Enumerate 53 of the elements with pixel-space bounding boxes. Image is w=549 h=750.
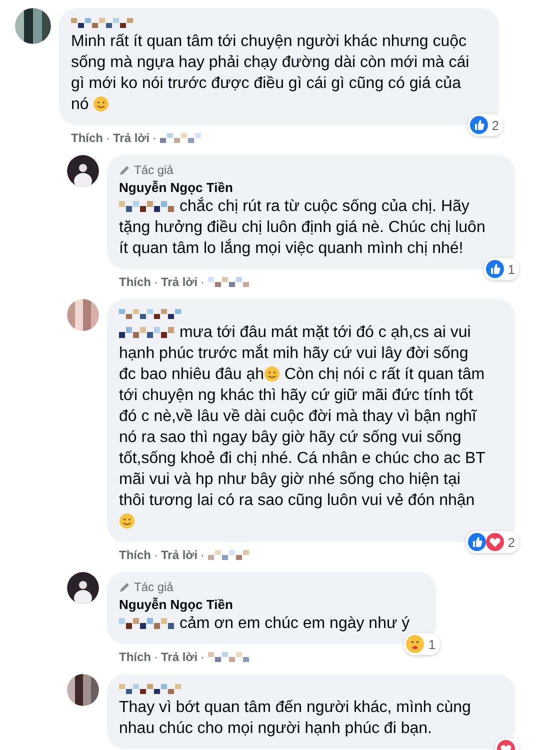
thumbs-up-icon xyxy=(470,116,488,134)
avatar[interactable] xyxy=(67,572,99,604)
comment-text: chắc chị rút ra từ cuộc sống của chị. Hãy tặng hưởng điều chị luôn định giá nè. Chúc chị luôn ít quan tâm lo lắng mọi việc quanh mình chị nhé! xyxy=(119,196,486,259)
separator-dot: · xyxy=(106,131,110,145)
action-link[interactable]: Trả lời xyxy=(161,548,198,562)
emoji-icon xyxy=(264,366,280,382)
author-name[interactable]: Nguyễn Ngọc Tiền xyxy=(119,597,233,612)
separator-dot: · xyxy=(200,650,205,664)
reaction-badge[interactable]: 2 xyxy=(468,114,503,136)
reaction-count: 1 xyxy=(508,262,515,276)
separator-dot: · xyxy=(200,548,205,562)
blurred-time-drawing xyxy=(160,132,202,144)
avatar[interactable] xyxy=(67,155,99,187)
avatar[interactable] xyxy=(15,8,51,44)
blurred-mention-drawing xyxy=(119,199,175,213)
blurred-time-drawing xyxy=(208,651,250,663)
blurred-mention-drawing xyxy=(119,325,175,339)
separator-dot: · xyxy=(154,548,158,562)
blurred-mention-drawing xyxy=(119,616,175,630)
action-link[interactable]: Thích xyxy=(119,650,151,664)
separator-dot: · xyxy=(154,275,158,289)
comment-text: mưa tới đâu mát mặt tới đó c ạh,cs ai vui hạnh phúc trước mắt mih hãy cứ vui lây đời sống đc bao nhiêu đâu ạh Còn chị nói c rất ít quan tâm tới chuyện ng khác thì hãy cứ giữ mãi đức tính tốt đó c nè,về lâu về dài cuộc đời mà thay vì bận nghĩ nó ra sao thì ngay bây giờ hãy cứ sống vui sống tốt,sống khoẻ đi chị nhé. Cá nhân e chúc cho ac BT mãi vui và hp như bây giờ nhé sống cho hiện tại thôi tương lai có ra sao cũng luôn vui vẻ đón nhận xyxy=(119,322,489,532)
action-link[interactable]: Trả lời xyxy=(161,275,198,289)
emoji-icon xyxy=(93,96,110,112)
thumbs-up-icon xyxy=(486,260,504,278)
author-label: Tác giả xyxy=(134,580,174,594)
comment-text: Minh rất ít quan tâm tới chuyện người khác nhưng cuộc sống mà ngựa hay phải chạy đường dài còn mới mà cái gì mới ko nói trước được điều gì cái gì cũng có giá của nó xyxy=(71,32,470,115)
hug-emoji-icon xyxy=(406,635,424,653)
action-link[interactable]: Trả lời xyxy=(113,131,150,145)
reaction-count: 1 xyxy=(428,636,436,652)
author-name[interactable]: Nguyễn Ngọc Tiền xyxy=(119,180,233,195)
blurred-time-drawing xyxy=(208,549,250,561)
blurred-time-drawing xyxy=(208,276,250,288)
reaction-count: 2 xyxy=(508,534,515,550)
reaction-count: 2 xyxy=(492,118,499,132)
emoji-icon xyxy=(119,513,135,529)
avatar[interactable] xyxy=(67,674,99,706)
comment-text: cảm ơn em chúc em ngày như ý xyxy=(119,613,410,634)
pen-icon xyxy=(119,164,131,176)
action-link[interactable]: Trả lời xyxy=(161,650,198,664)
separator-dot: · xyxy=(152,131,157,145)
separator-dot: · xyxy=(200,275,205,289)
action-link[interactable]: Thích xyxy=(71,131,103,145)
author-label: Tác giả xyxy=(134,163,174,177)
thumbs-up-icon xyxy=(468,533,486,551)
reaction-badge[interactable]: 2 xyxy=(466,531,519,553)
reaction-badge[interactable]: 1 xyxy=(484,258,519,280)
comment-text: Thay vì bớt quan tâm đến người khác, mình cùng nhau chúc cho mọi người hạnh phúc đi bạn. xyxy=(119,698,472,739)
pen-icon xyxy=(119,581,131,593)
action-link[interactable]: Thích xyxy=(119,548,151,562)
reaction-badge[interactable]: 1 xyxy=(404,633,440,655)
separator-dot: · xyxy=(154,650,158,664)
action-link[interactable]: Thích xyxy=(119,275,151,289)
